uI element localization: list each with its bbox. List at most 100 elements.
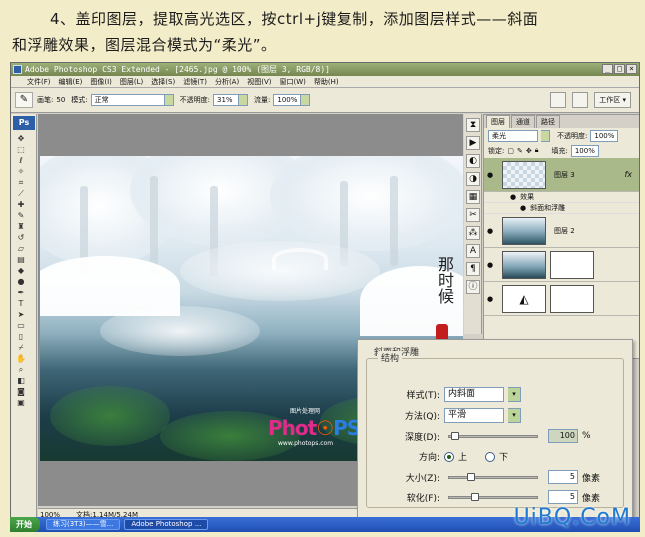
tab-layers[interactable]: 图层 — [486, 115, 510, 128]
maximize-icon[interactable]: □ — [614, 64, 625, 74]
layer-row-2[interactable]: ● 图层 2 — [484, 214, 639, 248]
history-panel-icon[interactable]: ⧗ — [466, 118, 480, 132]
brush-tool-icon[interactable]: ✎ — [15, 92, 33, 108]
crop-tool-icon[interactable]: ⌗ — [15, 178, 27, 188]
effects-row[interactable]: ● 效果 — [484, 192, 639, 203]
character-panel-icon[interactable]: A — [466, 244, 480, 258]
layer-mask-thumbnail[interactable] — [550, 250, 594, 279]
menu-window[interactable]: 窗口(W) — [279, 77, 305, 87]
opacity-input[interactable]: 31% — [213, 94, 239, 106]
blur-tool-icon[interactable]: ◆ — [15, 266, 27, 276]
menu-file[interactable]: 文件(F) — [27, 77, 51, 87]
color-swatches-icon[interactable]: ◧ — [15, 376, 27, 386]
palette-well-icon[interactable] — [572, 92, 589, 108]
direction-up-radio[interactable] — [444, 451, 454, 462]
screen-mode-icon[interactable]: ▣ — [15, 398, 27, 408]
fill-input[interactable]: 100% — [570, 144, 599, 157]
hand-tool-icon[interactable]: ✋ — [15, 354, 27, 364]
chevron-down-icon[interactable]: ▾ — [508, 387, 521, 402]
taskbar-item[interactable]: Adobe Photoshop ... — [124, 519, 209, 530]
layer-name[interactable]: 图层 3 — [554, 170, 575, 180]
brushes-panel-icon[interactable]: ⁂ — [466, 226, 480, 240]
layer-row-levels[interactable]: ● ◭ — [484, 282, 639, 316]
lasso-tool-icon[interactable]: ℓ — [15, 156, 27, 166]
menu-edit[interactable]: 编辑(E) — [59, 77, 83, 87]
history-brush-icon[interactable]: ↺ — [15, 233, 27, 243]
slice-tool-icon[interactable]: ⟋ — [15, 189, 27, 199]
swatches-panel-icon[interactable]: ▦ — [466, 190, 480, 204]
menu-view[interactable]: 视图(V) — [247, 77, 271, 87]
flow-input[interactable]: 100% — [273, 94, 302, 106]
move-tool-icon[interactable]: ✥ — [15, 134, 27, 144]
info-panel-icon[interactable]: ⓘ — [466, 280, 480, 294]
size-slider[interactable] — [448, 472, 538, 481]
zoom-tool-icon[interactable]: ⌕ — [15, 365, 27, 375]
close-icon[interactable]: × — [626, 64, 637, 74]
depth-slider[interactable] — [448, 431, 538, 440]
airbrush-icon[interactable] — [550, 92, 567, 108]
eyedropper-tool-icon[interactable]: ⌿ — [15, 343, 27, 353]
menu-analysis[interactable]: 分析(A) — [215, 77, 239, 87]
direction-down-radio[interactable] — [485, 451, 496, 462]
stamp-tool-icon[interactable]: ♜ — [15, 222, 27, 232]
bevel-effect-row[interactable]: ● 斜面和浮雕 — [484, 203, 639, 214]
chevron-down-icon[interactable] — [239, 94, 248, 106]
visibility-eye-icon[interactable]: ● — [484, 227, 496, 235]
lock-all-icon[interactable]: 🔒︎ — [535, 146, 539, 155]
fx-icon[interactable]: fx — [624, 170, 632, 179]
layer-mask-thumbnail[interactable] — [550, 284, 594, 313]
chevron-down-icon[interactable] — [541, 129, 550, 142]
blend-mode-select[interactable]: 柔光 — [488, 129, 538, 142]
depth-slider-knob[interactable] — [451, 431, 459, 440]
color-panel-icon[interactable]: ◑ — [466, 172, 480, 186]
tab-paths[interactable]: 路径 — [536, 115, 560, 128]
menu-select[interactable]: 选择(S) — [151, 77, 175, 87]
magic-wand-tool-icon[interactable]: ✧ — [15, 167, 27, 177]
depth-input[interactable]: 100 — [548, 429, 578, 443]
type-tool-icon[interactable]: T — [15, 299, 27, 309]
brush-tool-icon[interactable]: ✎ — [15, 211, 27, 221]
visibility-eye-icon[interactable]: ● — [484, 295, 496, 303]
layer-row-adjust[interactable]: ● — [484, 248, 639, 282]
actions-panel-icon[interactable]: ▶ — [466, 136, 480, 150]
soften-slider-knob[interactable] — [471, 492, 479, 501]
visibility-eye-icon[interactable]: ● — [484, 261, 496, 269]
workspace-button[interactable]: 工作区 ▾ — [594, 92, 631, 108]
size-slider-knob[interactable] — [467, 472, 475, 481]
menu-help[interactable]: 帮助(H) — [314, 77, 339, 87]
style-select[interactable]: 内斜面 — [444, 387, 504, 402]
taskbar-item[interactable]: 练习(3T3)——雪... — [46, 519, 121, 530]
soften-slider[interactable] — [448, 492, 538, 501]
eraser-tool-icon[interactable]: ▱ — [15, 244, 27, 254]
soften-input[interactable]: 5 — [548, 490, 578, 504]
menu-filter[interactable]: 滤镜(T) — [183, 77, 207, 87]
minimize-icon[interactable]: _ — [602, 64, 613, 74]
quick-mask-icon[interactable]: ◙ — [15, 387, 27, 397]
size-input[interactable]: 5 — [548, 470, 578, 484]
gradient-tool-icon[interactable]: ▤ — [15, 255, 27, 265]
mode-select[interactable]: 正常 — [90, 94, 165, 106]
menu-layer[interactable]: 图层(L) — [120, 77, 143, 87]
lock-position-icon[interactable]: ✥ — [526, 147, 532, 155]
lock-transparency-icon[interactable]: ▢ — [507, 147, 514, 155]
tools-preset-icon[interactable]: ✂ — [466, 208, 480, 222]
chevron-down-icon[interactable] — [301, 94, 311, 106]
shape-tool-icon[interactable]: ▭ — [15, 321, 27, 331]
chevron-down-icon[interactable] — [164, 94, 174, 106]
chevron-down-icon[interactable]: ▾ — [508, 408, 521, 423]
path-select-icon[interactable]: ➤ — [15, 310, 27, 320]
direction-up-label[interactable]: 上 — [458, 450, 467, 463]
lock-pixels-icon[interactable]: ✎ — [517, 147, 523, 155]
tab-channels[interactable]: 通道 — [511, 115, 535, 128]
paragraph-panel-icon[interactable]: ¶ — [466, 262, 480, 276]
dodge-tool-icon[interactable]: ● — [15, 277, 27, 287]
layer-row-3[interactable]: ● 图层 3 fx — [484, 158, 639, 192]
healing-tool-icon[interactable]: ✚ — [15, 200, 27, 210]
eye-icon[interactable]: ● — [510, 193, 516, 201]
brush-size-picker[interactable]: 50 — [56, 96, 65, 104]
technique-select[interactable]: 平滑 — [444, 408, 504, 423]
visibility-eye-icon[interactable]: ● — [484, 171, 496, 179]
navigator-panel-icon[interactable]: ◐ — [466, 154, 480, 168]
menu-image[interactable]: 图像(I) — [90, 77, 112, 87]
layer-opacity-input[interactable]: 100% — [590, 129, 619, 142]
